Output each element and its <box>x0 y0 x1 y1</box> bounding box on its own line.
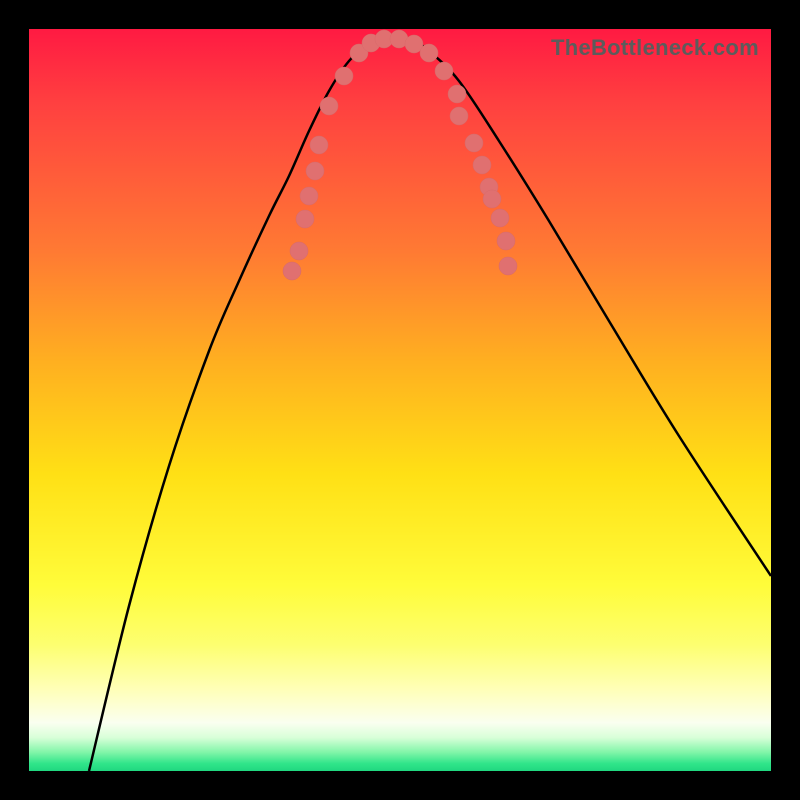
data-point <box>283 262 301 280</box>
data-point <box>497 232 515 250</box>
chart-frame: TheBottleneck.com <box>29 29 771 771</box>
data-point <box>420 44 438 62</box>
data-point <box>296 210 314 228</box>
data-point <box>320 97 338 115</box>
data-point <box>448 85 466 103</box>
data-point <box>306 162 324 180</box>
data-point <box>465 134 483 152</box>
bottleneck-curve <box>89 38 771 771</box>
data-point <box>483 190 501 208</box>
data-point <box>435 62 453 80</box>
scatter-points <box>283 30 517 280</box>
data-point <box>473 156 491 174</box>
data-point <box>450 107 468 125</box>
data-point <box>290 242 308 260</box>
data-point <box>491 209 509 227</box>
data-point <box>335 67 353 85</box>
data-point <box>310 136 328 154</box>
data-point <box>499 257 517 275</box>
chart-svg <box>29 29 771 771</box>
data-point <box>300 187 318 205</box>
